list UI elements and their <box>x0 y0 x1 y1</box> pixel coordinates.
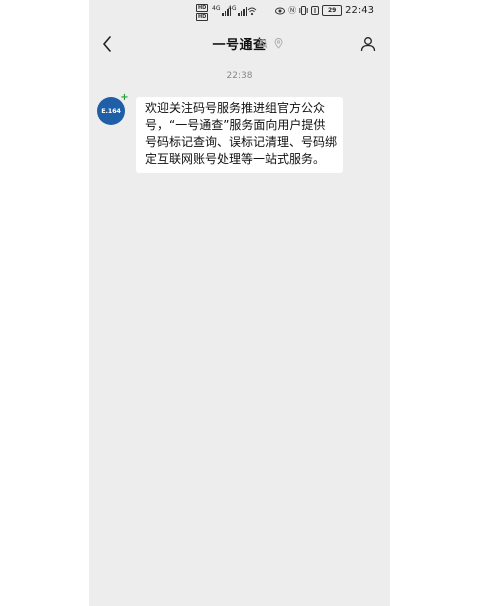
title-area: 一号通查 <box>89 34 390 53</box>
battery-icon: 29 <box>322 5 343 16</box>
mute-bell-icon <box>258 38 268 49</box>
phone-screen: HD HD 4G 4G Ⓝ 29 22:43 一号通查 22:38 E.164 … <box>89 0 390 606</box>
location-pin-icon <box>274 38 283 49</box>
wifi-icon <box>247 7 257 16</box>
hd-badge-2: HD <box>196 13 209 21</box>
status-right-cluster: Ⓝ 29 22:43 <box>275 5 374 16</box>
eye-icon <box>275 7 286 14</box>
message-timestamp: 22:38 <box>226 71 253 81</box>
chat-header: 一号通查 <box>89 26 390 62</box>
sim2-network-tag: 4G <box>228 5 237 12</box>
profile-icon <box>360 37 376 52</box>
signal-icon-sim2: 4G <box>228 5 248 16</box>
status-time: 22:43 <box>345 5 374 16</box>
hd-indicators: HD HD <box>196 4 209 21</box>
status-bar: HD HD 4G 4G Ⓝ 29 22:43 <box>89 0 390 24</box>
title-status-icons <box>258 38 283 49</box>
message-bubble[interactable]: 欢迎关注码号服务推进组官方公众号，“一号通查”服务面向用户提供号码标记查询、误标… <box>136 97 343 173</box>
profile-button[interactable] <box>356 32 380 56</box>
nfc-icon: Ⓝ <box>288 6 297 15</box>
sender-avatar-wrap[interactable]: E.164 + <box>97 93 129 125</box>
sim1-network-tag: 4G <box>212 5 221 12</box>
vibrate-icon <box>299 6 308 15</box>
plus-badge-icon: + <box>120 92 129 103</box>
hd-badge-1: HD <box>196 4 209 12</box>
ring-icon <box>311 6 320 15</box>
